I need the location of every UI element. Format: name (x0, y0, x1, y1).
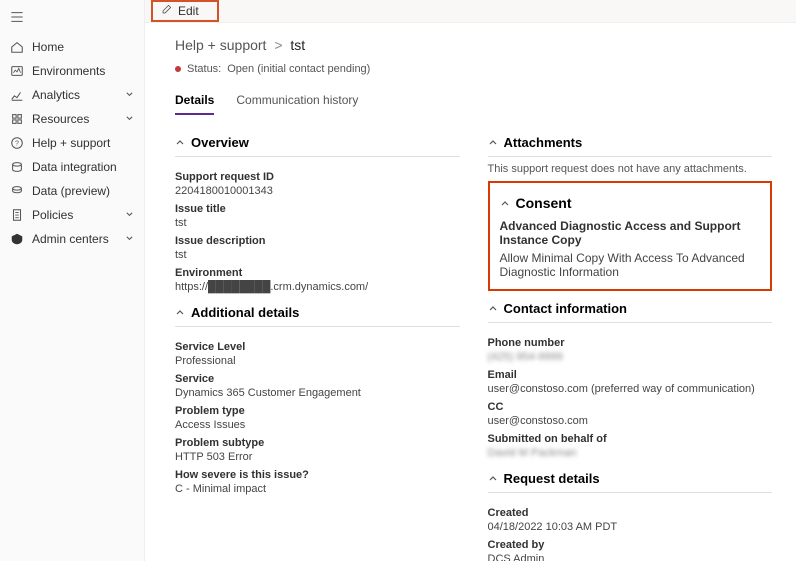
breadcrumb-parent[interactable]: Help + support (175, 37, 266, 53)
section-additional-header[interactable]: Additional details (175, 299, 460, 327)
resources-icon (10, 112, 24, 126)
sidebar-item-home[interactable]: Home (0, 35, 144, 59)
section-consent: Consent Advanced Diagnostic Access and S… (488, 181, 773, 291)
sidebar-item-label: Environments (32, 64, 105, 78)
sidebar: Home Environments Analytics Resources ? … (0, 0, 145, 561)
label-problem-subtype: Problem subtype (175, 437, 460, 449)
value-severity: C - Minimal impact (175, 483, 460, 495)
value-service-level: Professional (175, 355, 460, 367)
breadcrumb-current: tst (290, 37, 305, 53)
chevron-down-icon (125, 112, 134, 126)
analytics-icon (10, 88, 24, 102)
label-environment: Environment (175, 267, 460, 279)
column-left: Overview Support request ID 220418001000… (175, 125, 460, 561)
chevron-up-icon (488, 471, 498, 486)
edit-button[interactable]: Edit (151, 0, 219, 22)
value-problem-subtype: HTTP 503 Error (175, 451, 460, 463)
sidebar-item-label: Policies (32, 208, 73, 222)
column-right: Attachments This support request does no… (488, 125, 773, 561)
value-issue-description: tst (175, 249, 460, 261)
pencil-icon (161, 4, 172, 18)
value-email: user@constoso.com (preferred way of comm… (488, 383, 773, 395)
value-service: Dynamics 365 Customer Engagement (175, 387, 460, 399)
label-service: Service (175, 373, 460, 385)
label-phone: Phone number (488, 337, 773, 349)
section-request-header[interactable]: Request details (488, 465, 773, 493)
topbar: Edit (145, 0, 796, 23)
sidebar-item-data-preview[interactable]: Data (preview) (0, 179, 144, 203)
sidebar-item-label: Analytics (32, 88, 80, 102)
svg-text:?: ? (15, 141, 19, 148)
section-consent-header[interactable]: Consent (500, 193, 761, 213)
label-service-level: Service Level (175, 341, 460, 353)
status-line: Status: Open (initial contact pending) (175, 63, 772, 75)
sidebar-item-label: Help + support (32, 136, 110, 150)
sidebar-item-admin-centers[interactable]: Admin centers (0, 227, 144, 251)
label-behalf: Submitted on behalf of (488, 433, 773, 445)
chevron-up-icon (175, 135, 185, 150)
sidebar-item-analytics[interactable]: Analytics (0, 83, 144, 107)
chevron-up-icon (488, 301, 498, 316)
data-preview-icon (10, 184, 24, 198)
data-integration-icon (10, 160, 24, 174)
breadcrumb-separator: > (274, 37, 282, 53)
help-icon: ? (10, 136, 24, 150)
chevron-up-icon (500, 195, 510, 211)
section-contact-header[interactable]: Contact information (488, 295, 773, 323)
sidebar-item-label: Admin centers (32, 232, 109, 246)
label-support-request-id: Support request ID (175, 171, 460, 183)
label-issue-description: Issue description (175, 235, 460, 247)
value-problem-type: Access Issues (175, 419, 460, 431)
value-issue-title: tst (175, 217, 460, 229)
tabs: Details Communication history (175, 93, 772, 115)
home-icon (10, 40, 24, 54)
breadcrumb: Help + support > tst (175, 37, 772, 53)
main: Edit Help + support > tst Status: Open (… (145, 0, 796, 561)
section-attachments-header[interactable]: Attachments (488, 129, 773, 157)
label-email: Email (488, 369, 773, 381)
value-created: 04/18/2022 10:03 AM PDT (488, 521, 773, 533)
sidebar-item-help-support[interactable]: ? Help + support (0, 131, 144, 155)
sidebar-item-environments[interactable]: Environments (0, 59, 144, 83)
chevron-up-icon (488, 135, 498, 150)
label-created: Created (488, 507, 773, 519)
label-cc: CC (488, 401, 773, 413)
sidebar-item-label: Data integration (32, 160, 117, 174)
attachments-empty-note: This support request does not have any a… (488, 157, 773, 179)
chevron-up-icon (175, 305, 185, 320)
sidebar-item-label: Data (preview) (32, 184, 110, 198)
sidebar-item-label: Home (32, 40, 64, 54)
policies-icon (10, 208, 24, 222)
section-overview-header[interactable]: Overview (175, 129, 460, 157)
environments-icon (10, 64, 24, 78)
status-label: Status: (187, 63, 221, 75)
edit-button-label: Edit (178, 4, 199, 18)
value-behalf: David M Packman (488, 447, 773, 459)
consent-title: Advanced Diagnostic Access and Support I… (500, 219, 761, 247)
chevron-down-icon (125, 232, 134, 246)
sidebar-item-policies[interactable]: Policies (0, 203, 144, 227)
value-environment: https://████████.crm.dynamics.com/ (175, 281, 460, 293)
value-support-request-id: 2204180010001343 (175, 185, 460, 197)
sidebar-item-data-integration[interactable]: Data integration (0, 155, 144, 179)
value-phone: (425) 954-9999 (488, 351, 773, 363)
label-severity: How severe is this issue? (175, 469, 460, 481)
sidebar-item-resources[interactable]: Resources (0, 107, 144, 131)
hamburger-button[interactable] (0, 6, 144, 35)
label-problem-type: Problem type (175, 405, 460, 417)
admin-centers-icon (10, 232, 24, 246)
value-created-by: DCS Admin (488, 553, 773, 561)
tab-communication-history[interactable]: Communication history (236, 93, 358, 115)
chevron-down-icon (125, 208, 134, 222)
sidebar-item-label: Resources (32, 112, 89, 126)
consent-description: Allow Minimal Copy With Access To Advanc… (500, 251, 761, 279)
chevron-down-icon (125, 88, 134, 102)
value-cc: user@constoso.com (488, 415, 773, 427)
label-created-by: Created by (488, 539, 773, 551)
tab-details[interactable]: Details (175, 93, 214, 115)
status-value: Open (initial contact pending) (227, 63, 370, 75)
status-dot-icon (175, 66, 181, 72)
label-issue-title: Issue title (175, 203, 460, 215)
